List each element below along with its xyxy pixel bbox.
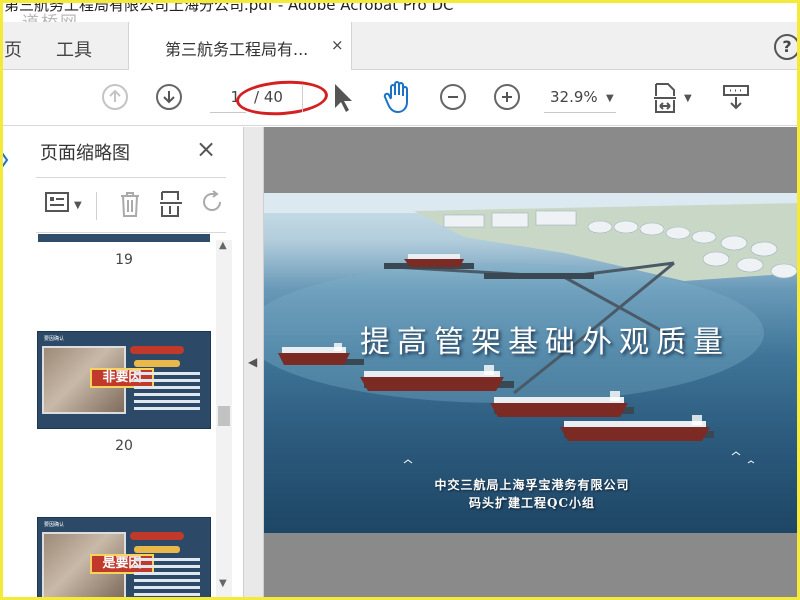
tab-home[interactable]: 页 bbox=[4, 36, 22, 62]
panel-title: 页面缩略图 bbox=[40, 143, 130, 164]
rotate-icon[interactable] bbox=[200, 190, 226, 218]
trash-icon[interactable] bbox=[118, 190, 142, 218]
thumb-text-lines bbox=[134, 558, 200, 600]
thumbnail-panel: 页面缩略图 × ▼ 19 要因确认 非要因 20 要因确认 是要因 ▲ ▼ bbox=[0, 127, 244, 600]
panel-toolbar: ▼ bbox=[36, 177, 226, 233]
slide-org-line1: 中交三航局上海孚宝港务有限公司 bbox=[434, 478, 630, 492]
scroll-thumb[interactable] bbox=[218, 406, 230, 426]
zoom-in-icon bbox=[502, 92, 512, 102]
panel-rail-marker bbox=[1, 152, 9, 168]
scroll-mode-icon[interactable] bbox=[722, 84, 750, 110]
thumb-header: 要因确认 bbox=[44, 336, 65, 342]
panel-scrollbar[interactable]: ▲ ▼ bbox=[216, 240, 232, 600]
page-number-label: 19 bbox=[115, 252, 133, 268]
zoom-out-icon bbox=[448, 96, 458, 98]
zoom-in-button[interactable] bbox=[494, 84, 520, 110]
panel-collapse-handle[interactable]: ◀ bbox=[244, 127, 264, 600]
panel-tool-divider bbox=[96, 192, 97, 220]
thumb-tag bbox=[134, 546, 180, 553]
thumb-tag bbox=[134, 360, 180, 367]
tab-tools[interactable]: 工具 bbox=[56, 36, 92, 62]
arrow-down-icon bbox=[163, 91, 175, 104]
thumb-badge bbox=[130, 532, 184, 540]
thumbnail-list: 19 要因确认 非要因 20 要因确认 是要因 bbox=[0, 234, 232, 600]
thumb-header: 要因确认 bbox=[44, 522, 65, 528]
extract-page-icon[interactable] bbox=[158, 190, 184, 218]
options-caret-icon[interactable]: ▼ bbox=[74, 200, 82, 211]
page-number-label: 20 bbox=[115, 438, 133, 454]
next-page-button[interactable] bbox=[156, 84, 182, 110]
scroll-up-icon[interactable]: ▲ bbox=[219, 240, 227, 251]
zoom-caret-icon[interactable]: ▼ bbox=[606, 93, 614, 104]
window-titlebar: 第三航务工程局有限公司上海分公司.pdf - Adobe Acrobat Pro… bbox=[0, 0, 800, 22]
page-thumbnail-21[interactable]: 要因确认 是要因 bbox=[37, 517, 211, 600]
help-icon[interactable]: ? bbox=[774, 34, 800, 60]
scroll-down-icon[interactable]: ▼ bbox=[219, 578, 227, 589]
fit-caret-icon[interactable]: ▼ bbox=[684, 93, 692, 104]
collapse-arrow-icon[interactable]: ◀ bbox=[248, 355, 257, 369]
toolbar-divider bbox=[302, 84, 303, 112]
document-view: 提高管架基础外观质量 中交三航局上海孚宝港务有限公司 码头扩建工程QC小组 bbox=[264, 127, 800, 600]
pdf-page-cover: 提高管架基础外观质量 中交三航局上海孚宝港务有限公司 码头扩建工程QC小组 bbox=[264, 193, 800, 533]
tab-close-icon[interactable]: × bbox=[331, 36, 344, 54]
hand-icon[interactable] bbox=[382, 80, 414, 114]
arrow-up-icon bbox=[109, 89, 121, 102]
page-thumbnail-19[interactable] bbox=[38, 234, 210, 242]
panel-close-icon[interactable]: × bbox=[196, 135, 216, 163]
fit-page-icon[interactable] bbox=[652, 82, 678, 114]
slide-title: 提高管架基础外观质量 bbox=[360, 325, 730, 360]
main-toolbar: 1 / 40 32.9% ▼ ▼ bbox=[0, 70, 800, 126]
select-arrow-icon[interactable] bbox=[332, 82, 354, 114]
thumb-badge bbox=[130, 346, 184, 354]
tab-bar: 页 工具 第三航务工程局有... × ? bbox=[0, 22, 800, 71]
thumb-text-lines bbox=[134, 372, 200, 414]
tab-document-label: 第三航务工程局有... bbox=[165, 40, 309, 59]
slide-org-line2: 码头扩建工程QC小组 bbox=[468, 496, 595, 510]
thumbnail-options-icon[interactable] bbox=[44, 190, 72, 216]
tab-document[interactable]: 第三航务工程局有... × bbox=[128, 22, 352, 71]
page-thumbnail-20[interactable]: 要因确认 非要因 bbox=[37, 331, 211, 429]
annotation-red-ellipse bbox=[234, 77, 330, 119]
zoom-out-button[interactable] bbox=[440, 84, 466, 110]
watermark-logo: 道桥网 bbox=[22, 8, 79, 22]
prev-page-button[interactable] bbox=[102, 84, 128, 110]
